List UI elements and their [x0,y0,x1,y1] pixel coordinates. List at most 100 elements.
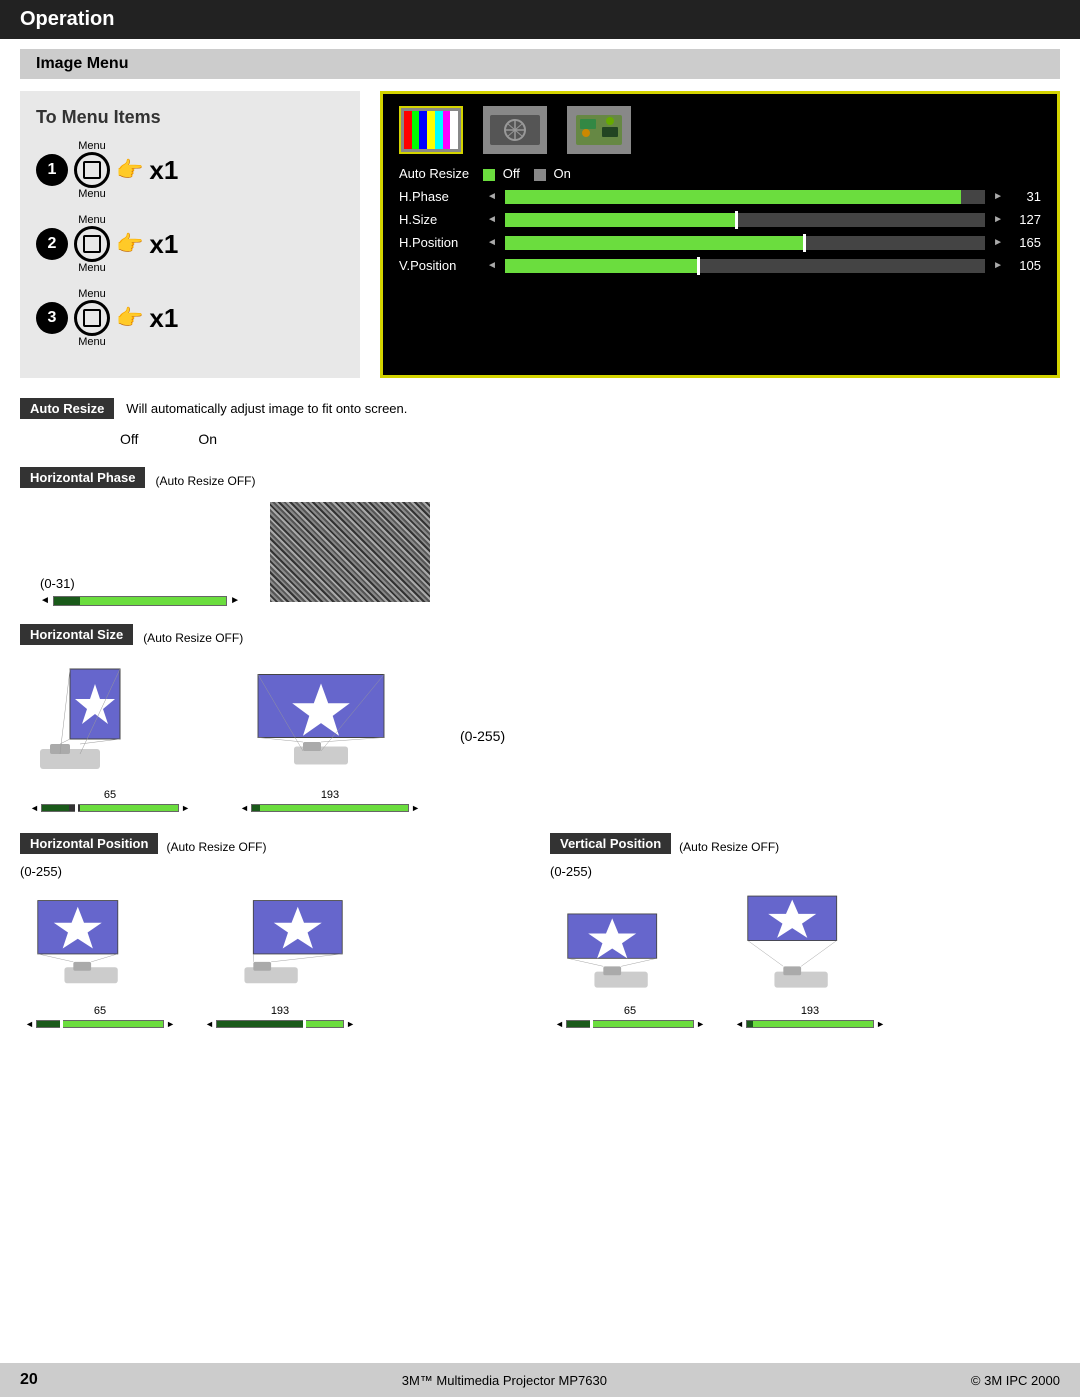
osd-icon-map [567,106,631,154]
v-pos-val-left: 65 [624,1005,636,1017]
on-label: On [198,431,217,447]
h-size-proj-right: 193 ◄ ► [240,659,420,813]
h-pos-val-left: 65 [94,1005,106,1017]
osd-vpos-value: 105 [1011,258,1041,273]
osd-vpos-arrowleft: ◄ [487,260,497,271]
content-area: Auto Resize Will automatically adjust im… [20,398,1060,1029]
v-pos-proj-left: 65 ◄ ► [550,885,710,1029]
h-pos-proj-right: 193 ◄ ► [200,885,360,1029]
osd-autoresize-label: Auto Resize [399,166,469,181]
osd-autoresize-row: Auto Resize Off On [399,166,1041,181]
h-pos-svg-left [20,885,180,1005]
horizontal-phase-section: Horizontal Phase (Auto Resize OFF) (0-31… [20,467,1060,606]
osd-hsize-arrowright: ► [993,214,1003,225]
step3-bottom-label: Menu [78,336,106,348]
horizontal-size-section: Horizontal Size (Auto Resize OFF) [20,624,1060,813]
off-indicator [483,169,495,181]
v-pos-track-left [566,1020,694,1028]
hs-right-arrow-l: ◄ [240,803,249,813]
osd-hsize-value: 127 [1011,212,1041,227]
h-size-note: (Auto Resize OFF) [143,631,243,645]
map-svg [572,111,626,149]
v-pos-track-right [746,1020,874,1028]
menu-icon-3 [74,300,110,336]
osd-icon-sync [483,106,547,154]
menu-icon-1 [74,152,110,188]
hs-left-track [41,804,179,812]
page-title: Operation [20,8,114,30]
phase-fill-right [80,597,226,605]
on-indicator [534,169,546,181]
osd-hpos-arrowright: ► [993,237,1003,248]
osd-row-vpos: V.Position ◄ ► 105 [399,258,1041,273]
h-phase-note: (Auto Resize OFF) [155,474,255,488]
phase-track [53,596,227,606]
osd-hphase-fill [505,190,961,204]
hs-right-fill-r [260,805,408,811]
hs-left-arrow-r: ► [181,803,190,813]
step-number-1: 1 [36,154,68,186]
auto-resize-description: Will automatically adjust image to fit o… [126,401,407,416]
osd-hphase-arrowleft: ◄ [487,191,497,202]
top-diagram: To Menu Items 1 Menu Menu 👉 x1 2 Menu [20,91,1060,378]
osd-hpos-marker [803,234,806,252]
osd-icon-colorbars [399,106,463,154]
h-pos-note: (Auto Resize OFF) [166,840,266,854]
osd-row-hsize: H.Size ◄ ► 127 [399,212,1041,227]
bottom-sections: Horizontal Position (Auto Resize OFF) (0… [20,833,1060,1029]
step2-top-label: Menu [78,214,106,226]
footer-center-text: 3M™ Multimedia Projector MP7630 [402,1373,607,1388]
osd-autoresize-off: Off [483,166,520,181]
hs-right-fill-l [252,805,260,811]
osd-hsize-arrowleft: ◄ [487,214,497,225]
menu-steps-panel: To Menu Items 1 Menu Menu 👉 x1 2 Menu [20,91,360,378]
vertical-position-section: Vertical Position (Auto Resize OFF) (0-2… [550,833,1060,1029]
menu-icon-inner-3 [83,309,101,327]
auto-resize-label-bar: Auto Resize [20,398,114,419]
osd-vpos-fill [505,259,697,273]
menu-icon-inner-2 [83,235,101,253]
footer-page-number: 20 [20,1371,38,1389]
osd-hpos-arrowleft: ◄ [487,237,497,248]
menu-icon-2 [74,226,110,262]
osd-hsize-label: H.Size [399,212,479,227]
color-bars [404,111,458,149]
menu-steps-title: To Menu Items [36,107,344,128]
h-pos-svg-right [200,885,360,1005]
osd-row-hphase: H.Phase ◄ ► 31 [399,189,1041,204]
x1-label-1: x1 [149,155,178,186]
h-size-val-left: 65 [104,789,116,801]
x1-label-2: x1 [149,229,178,260]
step1-top-label: Menu [78,140,106,152]
step-row-3: 3 Menu Menu 👉 x1 [36,288,344,348]
osd-hphase-arrowright: ► [993,191,1003,202]
page-footer: 20 3M™ Multimedia Projector MP7630 © 3M … [0,1363,1080,1397]
v-pos-proj-right: 193 ◄ ► [730,885,890,1029]
v-pos-note: (Auto Resize OFF) [679,840,779,854]
phase-arrow-right: ► [230,595,240,606]
h-phase-header: Horizontal Phase (Auto Resize OFF) [20,467,1060,494]
osd-vpos-label: V.Position [399,258,479,273]
hs-left-thumb [75,802,78,814]
x1-label-3: x1 [149,303,178,334]
h-pos-range: (0-255) [20,864,530,879]
h-pos-proj-left: 65 ◄ ► [20,885,180,1029]
h-size-range: (0-255) [460,728,505,744]
noise-pattern [270,502,430,602]
off-on-row: Off On [120,431,1060,447]
osd-hpos-label: H.Position [399,235,479,250]
osd-hpos-fill [505,236,803,250]
step1-bottom-label: Menu [78,188,106,200]
h-pos-val-right: 193 [271,1005,289,1017]
h-pos-track-left [36,1020,164,1028]
arrow-3: 👉 [116,305,143,331]
osd-hpos-track [505,236,985,250]
step-number-3: 3 [36,302,68,334]
horizontal-position-section: Horizontal Position (Auto Resize OFF) (0… [20,833,530,1029]
osd-hpos-value: 165 [1011,235,1041,250]
osd-hphase-track [505,190,985,204]
step3-top-label: Menu [78,288,106,300]
step-row-2: 2 Menu Menu 👉 x1 [36,214,344,274]
h-pos-track-right [216,1020,344,1028]
step-number-2: 2 [36,228,68,260]
